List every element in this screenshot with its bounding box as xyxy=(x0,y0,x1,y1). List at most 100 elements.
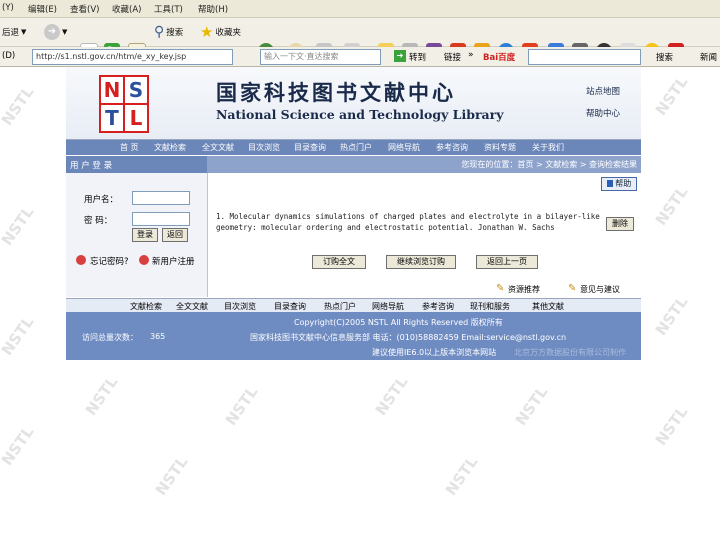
watermark-text: NSTL xyxy=(651,293,692,339)
menu-favorites[interactable]: 收藏(A) xyxy=(112,3,141,15)
key-icon xyxy=(76,255,86,265)
go-button[interactable]: 转到 xyxy=(409,51,426,63)
favorites-button-label: 收藏夹 xyxy=(215,28,241,38)
main-nav: 首 页 文献检索 全文文献 目次浏览 目录查询 热点门户 网络导航 参考咨询 资… xyxy=(66,140,641,155)
dropdown-arrow-icon[interactable]: ▼ xyxy=(62,28,67,36)
footer-link[interactable]: 其他文献 xyxy=(532,301,564,312)
chevron-icon[interactable]: » xyxy=(468,50,474,60)
logo-letter: L xyxy=(123,103,149,133)
recommend-link[interactable]: 资源推荐 xyxy=(508,284,540,295)
back-login-button[interactable]: 返回 xyxy=(162,228,188,242)
menu-file[interactable]: (Y) xyxy=(2,3,14,13)
baidu-news-link[interactable]: 新闻 xyxy=(700,51,717,63)
menu-help[interactable]: 帮助(H) xyxy=(198,3,228,15)
logo-letter: T xyxy=(99,103,125,133)
nav-hot-portal[interactable]: 热点门户 xyxy=(340,142,372,153)
help-button-label: 帮助 xyxy=(615,179,632,188)
login-panel: 用户名： 密 码： 登录 返回 忘记密码? 新用户注册 xyxy=(66,173,208,297)
baidu-search-input[interactable] xyxy=(528,49,641,65)
breadcrumb: 您现在的位置：首页 > 文献检索 > 查询检索结果 xyxy=(461,160,637,169)
help-center-link[interactable]: 帮助中心 xyxy=(586,107,620,119)
footer-nav: 文献检索 全文文献 目次浏览 目录查询 热点门户 网络导航 参考咨询 现刊和服务… xyxy=(66,298,641,313)
site-banner: N S T L 国家科技图书文献中心 National Science and … xyxy=(66,67,641,140)
register-link[interactable]: 新用户注册 xyxy=(152,255,195,267)
watermark-text: NSTL xyxy=(81,373,122,419)
sitemap-link[interactable]: 站点地图 xyxy=(586,85,620,97)
help-button[interactable]: 帮助 xyxy=(601,177,637,191)
back-button-label: 后退 xyxy=(2,28,20,38)
menu-edit[interactable]: 编辑(E) xyxy=(28,3,57,15)
password-label: 密 码： xyxy=(84,216,113,226)
nav-toc-browse[interactable]: 目次浏览 xyxy=(248,142,280,153)
favorites-button[interactable]: ★ 收藏夹 xyxy=(200,22,241,42)
pencil-icon: ✎ xyxy=(568,283,577,294)
login-button[interactable]: 登录 xyxy=(132,228,158,242)
username-input[interactable] xyxy=(132,191,190,205)
username-label: 用户名： xyxy=(84,195,119,205)
result-text: 1. Molecular dynamics simulations of cha… xyxy=(216,212,600,232)
footer-link[interactable]: 目次浏览 xyxy=(224,301,256,312)
watermark-text: NSTL xyxy=(651,403,692,449)
search-button[interactable]: ⚲ 搜索 xyxy=(154,22,183,42)
browser-note: 建议使用IE6.0以上版本浏览本网站 xyxy=(372,348,497,357)
nav-home[interactable]: 首 页 xyxy=(120,142,139,153)
contact-text: 国家科技图书文献中心信息服务部 电话：(010)58882459 Email:s… xyxy=(250,333,567,342)
help-icon xyxy=(606,180,613,187)
pencil-icon: ✎ xyxy=(496,283,505,294)
back-button[interactable]: 后退 ▼ xyxy=(2,22,26,42)
footer-link[interactable]: 参考咨询 xyxy=(422,301,454,312)
go-arrow-icon[interactable]: ➔ xyxy=(394,50,406,62)
main-panel: 帮助 1. Molecular dynamics simulations of … xyxy=(208,173,641,297)
site-footer: Copyright(C)2005 NSTL All Rights Reserve… xyxy=(66,312,641,360)
nav-about-us[interactable]: 关于我们 xyxy=(532,142,564,153)
nav-document-search[interactable]: 文献检索 xyxy=(154,142,186,153)
forgot-password-link[interactable]: 忘记密码? xyxy=(90,255,129,267)
copyright-text: Copyright(C)2005 NSTL All Rights Reserve… xyxy=(294,318,503,327)
menu-view[interactable]: 查看(V) xyxy=(70,3,99,15)
address-label: (D) xyxy=(2,51,16,61)
back-page-button[interactable]: 返回上一页 xyxy=(476,255,538,269)
logo-letter: N xyxy=(99,75,125,105)
menu-tools[interactable]: 工具(T) xyxy=(154,3,183,15)
feedback-link[interactable]: 意见与建议 xyxy=(580,284,620,295)
footer-link[interactable]: 全文文献 xyxy=(176,301,208,312)
browser-toolbar: 后退 ▼ ➜ ▼ ✕ ↻ ⌂ ⚲ 搜索 ★ 收藏夹 xyxy=(0,18,720,61)
site-title-cn: 国家科技图书文献中心 xyxy=(216,80,456,105)
logo-letter: S xyxy=(123,75,149,105)
forward-button[interactable]: ➜ ▼ xyxy=(44,22,67,42)
login-panel-header: 用 户 登 录 xyxy=(66,156,207,173)
login-panel-title: 用 户 登 录 xyxy=(70,161,113,171)
result-item[interactable]: 1. Molecular dynamics simulations of cha… xyxy=(216,211,600,233)
watermark-text: NSTL xyxy=(0,313,38,359)
dropdown-arrow-icon[interactable]: ▼ xyxy=(21,28,26,36)
nav-fulltext[interactable]: 全文文献 xyxy=(202,142,234,153)
nav-catalog-query[interactable]: 目录查询 xyxy=(294,142,326,153)
quick-search-input[interactable]: 输入一下文·直达搜索 xyxy=(260,49,381,65)
nstl-logo[interactable]: N S T L xyxy=(99,75,149,133)
watermark-text: NSTL xyxy=(651,183,692,229)
visits-count: 365 xyxy=(150,332,166,341)
nav-web-guide[interactable]: 网络导航 xyxy=(388,142,420,153)
site-title-en: National Science and Technology Library xyxy=(216,107,504,122)
password-input[interactable] xyxy=(132,212,190,226)
url-input[interactable]: http://s1.nstl.gov.cn/htm/e_xy_key.jsp xyxy=(32,49,233,65)
footer-link[interactable]: 热点门户 xyxy=(324,301,356,312)
star-icon: ★ xyxy=(200,23,214,41)
visits-label: 访问总量次数： xyxy=(82,333,138,342)
nav-special-topics[interactable]: 资料专题 xyxy=(484,142,516,153)
footer-link[interactable]: 文献检索 xyxy=(130,301,162,312)
nav-reference[interactable]: 参考咨询 xyxy=(436,142,468,153)
user-icon xyxy=(139,255,149,265)
links-label[interactable]: 链接 xyxy=(444,51,461,63)
footer-link[interactable]: 目录查询 xyxy=(274,301,306,312)
address-bar: (D) http://s1.nstl.gov.cn/htm/e_xy_key.j… xyxy=(0,47,720,67)
footer-link[interactable]: 网络导航 xyxy=(372,301,404,312)
remove-button[interactable]: 删除 xyxy=(606,217,634,231)
order-fulltext-button[interactable]: 订购全文 xyxy=(312,255,366,269)
watermark-text: NSTL xyxy=(0,203,38,249)
baidu-search-button[interactable]: 搜索 xyxy=(656,51,673,63)
watermark-text: NSTL xyxy=(221,383,262,429)
search-icon: ⚲ xyxy=(154,24,165,40)
continue-browse-button[interactable]: 继续浏览订购 xyxy=(386,255,456,269)
footer-link[interactable]: 现刊和服务 xyxy=(470,301,510,312)
